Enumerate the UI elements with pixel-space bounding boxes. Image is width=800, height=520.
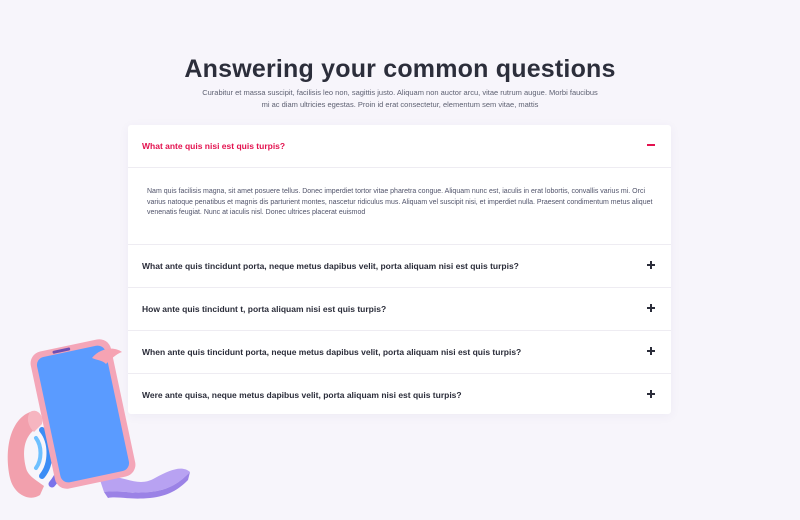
faq-question: What ante quis nisi est quis turpis? — [142, 141, 286, 151]
faq-question-row[interactable]: What ante quis tincidunt porta, neque me… — [128, 245, 671, 287]
plus-icon[interactable] — [645, 388, 657, 400]
faq-question-row[interactable]: What ante quis nisi est quis turpis? — [128, 125, 671, 167]
faq-question-row[interactable]: Were ante quisa, neque metus dapibus vel… — [128, 374, 671, 416]
phone-call-illustration — [7, 339, 190, 499]
faq-question: What ante quis tincidunt porta, neque me… — [142, 261, 519, 271]
plus-icon[interactable] — [645, 302, 657, 314]
page-title: Answering your common questions — [184, 54, 616, 83]
faq-accordion: What ante quis nisi est quis turpis? Nam… — [128, 125, 671, 414]
plus-icon[interactable] — [645, 345, 657, 357]
plus-icon[interactable] — [645, 259, 657, 271]
faq-item-3: How ante quis tincidunt t, porta aliquam… — [128, 288, 671, 331]
faq-answer: Nam quis facilisis magna, sit amet posue… — [128, 167, 671, 245]
faq-item-1: What ante quis nisi est quis turpis? Nam… — [128, 125, 671, 245]
minus-icon[interactable] — [645, 139, 657, 151]
faq-question-row[interactable]: How ante quis tincidunt t, porta aliquam… — [128, 288, 671, 330]
faq-item-5: Were ante quisa, neque metus dapibus vel… — [128, 374, 671, 416]
section-subtitle: Curabitur et massa suscipit, facilisis l… — [202, 87, 598, 109]
faq-question: How ante quis tincidunt t, porta aliquam… — [142, 304, 387, 314]
faq-item-4: When ante quis tincidunt porta, neque me… — [128, 331, 671, 374]
faq-question-row[interactable]: When ante quis tincidunt porta, neque me… — [128, 331, 671, 373]
faq-item-2: What ante quis tincidunt porta, neque me… — [128, 245, 671, 288]
